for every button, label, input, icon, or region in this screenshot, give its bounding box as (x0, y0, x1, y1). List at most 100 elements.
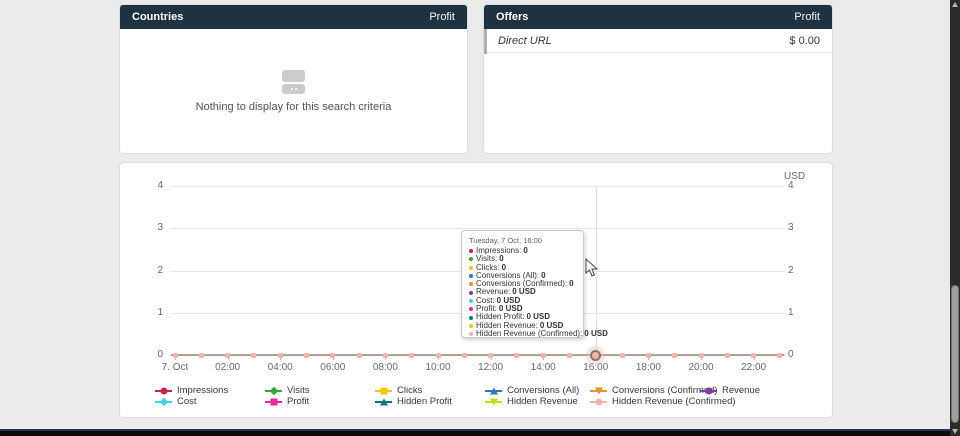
x-axis-label: 04:00 (258, 362, 302, 373)
legend-label: Cost (177, 396, 197, 407)
data-point[interactable] (514, 353, 519, 358)
y-axis-label-left: 0 (133, 349, 163, 360)
data-point[interactable] (672, 353, 677, 358)
legend-item[interactable]: Impressions (155, 385, 228, 396)
data-point[interactable] (699, 353, 704, 358)
legend-item[interactable]: Hidden Revenue (Confirmed) (590, 396, 736, 407)
legend-marker (265, 397, 282, 406)
legend-label: Hidden Revenue (Confirmed) (612, 396, 736, 407)
legend-item[interactable]: Conversions (All) (485, 385, 579, 396)
countries-widget-header: Countries Profit (120, 5, 467, 29)
tooltip-series-dot (469, 282, 473, 286)
data-point[interactable] (383, 353, 388, 358)
data-point[interactable] (225, 353, 230, 358)
legend-item[interactable]: Hidden Profit (375, 396, 452, 407)
legend-marker (265, 386, 282, 395)
offer-name: Direct URL (498, 35, 552, 47)
vertical-scrollbar[interactable] (950, 0, 960, 436)
legend-label: Conversions (All) (507, 385, 579, 396)
legend-item[interactable]: Profit (265, 396, 309, 407)
mouse-cursor-icon (585, 258, 598, 282)
x-axis-label: 02:00 (206, 362, 250, 373)
y-axis-label-left: 2 (133, 265, 163, 276)
legend-marker (155, 397, 172, 406)
legend-label: Profit (287, 396, 309, 407)
data-point[interactable] (488, 353, 493, 358)
data-point[interactable] (251, 353, 256, 358)
offers-list: Direct URL $ 0.00 (484, 29, 832, 153)
tooltip-series-dot (469, 257, 473, 261)
data-point[interactable] (173, 353, 178, 358)
data-point[interactable] (777, 353, 782, 358)
legend-item[interactable]: Hidden Revenue (485, 396, 578, 407)
circle-marker-icon (705, 387, 712, 394)
data-point[interactable] (278, 353, 283, 358)
countries-widget: Countries Profit Nothing to display for … (120, 5, 467, 153)
y-axis-label-right: 0 (788, 349, 818, 360)
x-axis-label: 18:00 (626, 362, 670, 373)
y-axis-label-left: 4 (133, 180, 163, 191)
data-point[interactable] (751, 353, 756, 358)
offers-scrollbar[interactable] (484, 29, 487, 54)
legend-marker (700, 386, 717, 395)
legend-marker (375, 397, 392, 406)
legend-marker (485, 397, 502, 406)
countries-title: Countries (132, 11, 183, 23)
legend-label: Revenue (722, 385, 760, 396)
data-point[interactable] (462, 353, 467, 358)
scroll-up-arrow-icon[interactable] (952, 2, 958, 7)
scroll-down-arrow-icon[interactable] (952, 429, 958, 434)
legend-item[interactable]: Clicks (375, 385, 422, 396)
tooltip-series-dot (469, 249, 473, 253)
x-axis-label: 12:00 (469, 362, 513, 373)
square-marker-icon (270, 398, 277, 405)
tooltip-item: Hidden Revenue (Confirmed): 0 USD (469, 330, 576, 338)
data-point[interactable] (357, 353, 362, 358)
triangle-marker-icon (490, 387, 498, 394)
legend-label: Hidden Revenue (507, 396, 578, 407)
square-marker-icon (380, 387, 387, 394)
legend-item[interactable]: Cost (155, 396, 197, 407)
legend-label: Clicks (397, 385, 422, 396)
window-bottom-edge (0, 429, 950, 436)
right-axis-title: USD (784, 171, 805, 182)
countries-empty-state: Nothing to display for this search crite… (120, 29, 467, 153)
tooltip-series-dot (469, 307, 473, 311)
countries-metric-header: Profit (429, 11, 455, 23)
data-point[interactable] (409, 353, 414, 358)
tooltip-date: Tuesday, 7 Oct, 16:00 (469, 236, 576, 245)
offers-metric-header: Profit (794, 11, 820, 23)
data-point[interactable] (541, 353, 546, 358)
legend-item[interactable]: Revenue (700, 385, 760, 396)
legend-label: Visits (287, 385, 310, 396)
legend-marker (375, 386, 392, 395)
tooltip-series-dot (469, 299, 473, 303)
tooltip-series-dot (469, 291, 473, 295)
y-axis-label-right: 2 (788, 265, 818, 276)
data-point[interactable] (646, 353, 651, 358)
offer-profit-value: $ 0.00 (789, 35, 820, 47)
x-axis-label: 16:00 (574, 362, 618, 373)
legend-item[interactable]: Conversions (Confirmed) (590, 385, 718, 396)
x-axis-label: 14:00 (521, 362, 565, 373)
series-line-zero (171, 354, 784, 356)
y-axis-label-left: 1 (133, 307, 163, 318)
data-point[interactable] (436, 353, 441, 358)
x-axis-label: 22:00 (732, 362, 776, 373)
offer-row[interactable]: Direct URL $ 0.00 (484, 29, 832, 53)
hovered-data-point[interactable] (590, 350, 601, 361)
data-point[interactable] (330, 353, 335, 358)
data-point[interactable] (620, 353, 625, 358)
scrollbar-thumb[interactable] (951, 285, 959, 423)
data-point[interactable] (304, 353, 309, 358)
x-axis-label: 08:00 (363, 362, 407, 373)
data-point[interactable] (725, 353, 730, 358)
circle-marker-icon (160, 387, 167, 394)
x-axis-label: 20:00 (679, 362, 723, 373)
chart-plot-area[interactable]: 4433221100 USD 7. Oct02:0004:0006:0008:0… (120, 163, 832, 417)
data-point[interactable] (199, 353, 204, 358)
legend-item[interactable]: Visits (265, 385, 310, 396)
x-axis-label: 10:00 (416, 362, 460, 373)
data-point[interactable] (567, 353, 572, 358)
legend-label: Hidden Profit (397, 396, 452, 407)
